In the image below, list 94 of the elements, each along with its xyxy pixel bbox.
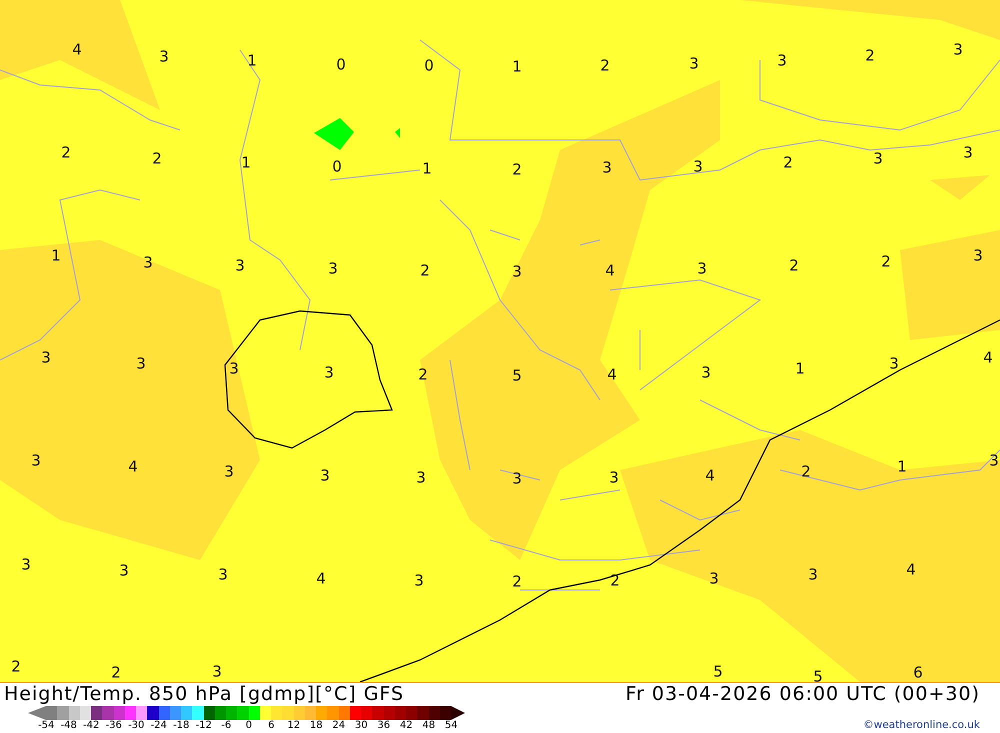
map-value-label: 3 [609,470,619,486]
legend-tick-label: 24 [331,720,346,730]
map-value-label: 3 [602,160,612,176]
map-value-label: 3 [512,264,522,280]
map-value-label: 3 [235,258,245,274]
legend-tick-label: 12 [286,720,302,730]
map-value-label: 0 [332,160,342,174]
map-value-label: 2 [783,156,793,170]
legend-tick-label: -54 [37,720,56,730]
map-value-label: 3 [889,356,899,372]
map-value-label: 3 [159,50,169,64]
map-value-label: 4 [607,368,617,382]
map-value-label: 1 [512,60,522,74]
map-value-label: 2 [881,254,891,270]
map-value-label: 4 [983,350,993,366]
map-value-label: 2 [600,58,610,74]
legend-tick-label: 36 [376,720,392,730]
legend-tick-label: 0 [244,720,253,730]
legend-tick-label: -12 [194,720,213,730]
legend-tick-label: 42 [398,720,414,730]
map-value-label: 3 [416,470,426,486]
map-value-label: 3 [119,564,129,578]
map-value-label: 2 [801,464,811,480]
map-value-label: 3 [697,262,707,276]
map-value-label: 2 [512,574,522,590]
map-value-label: 3 [328,262,338,276]
map-value-label: 0 [336,58,346,72]
map-value-label: 5 [713,664,723,680]
map-value-label: 3 [143,256,153,270]
map-value-label: 3 [701,366,711,380]
chart-title: Height/Temp. 850 hPa [gdmp][°C] GFS [4,683,404,705]
map-value-label: 1 [241,156,251,170]
map-value-label: 1 [247,54,257,68]
map-value-label: 4 [605,264,615,278]
map-value-label: 2 [61,146,71,160]
map-value-label: 4 [72,42,82,58]
legend-tick-label: -6 [220,720,232,730]
map-value-label: 2 [420,264,430,278]
map-value-label: 1 [897,460,907,474]
map-value-label: 3 [808,568,818,582]
map-value-label: 4 [906,562,916,578]
legend-tick-label: -30 [127,720,146,730]
map-value-label: 3 [989,454,999,468]
map-value-label: 3 [963,146,973,160]
map-value-label: 3 [689,56,699,72]
map-value-label: 5 [512,368,522,384]
map-value-label: 5 [813,670,823,682]
map-value-label: 3 [41,350,51,366]
map-value-label: 3 [709,572,719,586]
legend-tick-label: 30 [354,720,369,730]
map-value-label: 3 [136,356,146,372]
map-value-label: 2 [512,162,522,178]
legend-tick-label: -24 [150,720,168,730]
map-value-label: 3 [224,464,234,480]
map-value-label: 3 [873,152,883,166]
map-value-label: 3 [21,558,31,572]
map-value-label: 1 [51,248,61,264]
map-value-label: 2 [11,660,21,674]
legend-tick-label: 48 [421,720,436,730]
map-value-label: 3 [218,568,228,582]
map-value-label: 4 [128,460,138,474]
map-value-label: 3 [229,362,239,376]
legend-tick-label: 6 [267,720,276,730]
map-value-label: 3 [324,366,334,380]
legend-tick-label: -48 [60,720,78,730]
valid-time: Fr 03-04-2026 06:00 UTC (00+30) [626,683,980,705]
map-value-label: 3 [512,472,522,486]
map-value-label: 1 [795,362,805,376]
map-value-label: 3 [212,664,222,680]
right-arrow-icon [451,706,465,720]
map-value-label: 6 [913,666,923,680]
map-value-label: 3 [414,574,424,588]
map-value-label: 2 [789,258,799,274]
map-value-label: 3 [777,54,787,68]
map-value-label: 3 [320,468,330,484]
map-value-label: 2 [865,48,875,64]
map-value-label: 2 [418,368,428,382]
map-value-label: 3 [953,42,963,58]
legend-tick-label: 54 [444,720,459,730]
map-value-label: 2 [152,152,162,166]
legend-tick-label: 18 [308,720,324,730]
legend-tick-label: -42 [82,720,100,730]
map-value-label: 3 [31,454,41,468]
map-value-label: 0 [424,58,434,74]
credit-text: ©weatheronline.co.uk [863,719,980,731]
legend-tick-label: -18 [172,720,190,730]
map-value-label: 3 [973,248,983,264]
legend-tick-label: -36 [104,720,123,730]
map-value-label: 4 [316,572,326,586]
map-value-label: 3 [693,160,703,174]
map-value-label: 4 [705,468,715,484]
map-value-label: 2 [111,666,121,680]
map-value-label: 2 [610,574,620,588]
map-value-label: 1 [422,162,432,176]
